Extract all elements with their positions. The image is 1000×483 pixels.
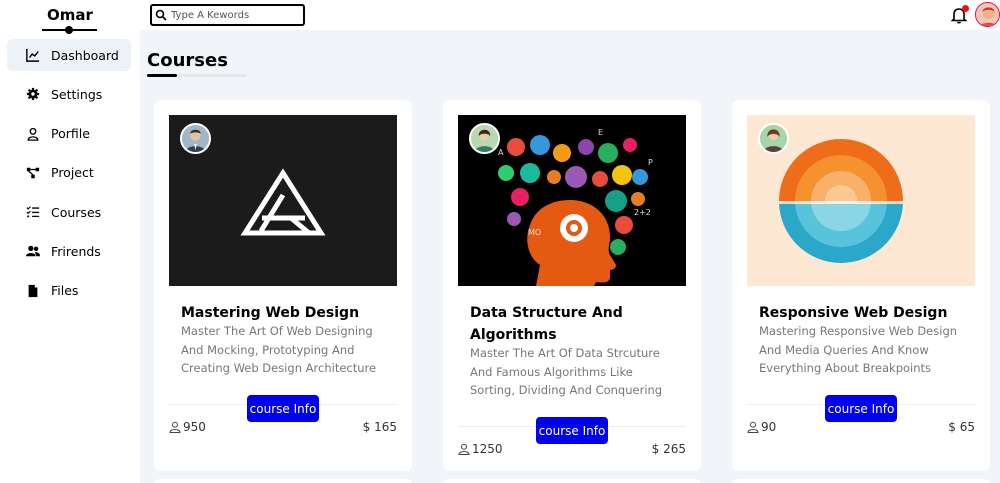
user-icon xyxy=(169,421,181,433)
sidebar-item-label: Porfile xyxy=(51,126,90,142)
title-underline-accent xyxy=(147,74,177,77)
list-check-icon xyxy=(25,204,41,220)
search-box[interactable] xyxy=(150,4,305,26)
sidebar-item-dashboard[interactable]: Dashboard xyxy=(7,39,131,71)
students-count: 950 xyxy=(169,420,206,434)
course-description: Master The Art Of Data Strcuture And Fam… xyxy=(470,346,663,397)
svg-text:A: A xyxy=(498,148,504,157)
sidebar-item-label: Settings xyxy=(51,86,103,102)
students-count: 90 xyxy=(747,420,776,434)
course-price: $ 65 xyxy=(948,420,975,434)
course-info-button[interactable]: course Info xyxy=(825,395,897,422)
svg-text:P: P xyxy=(648,158,653,167)
course-title: Mastering Web Design xyxy=(181,305,360,321)
course-title: Data Structure And Algorithms xyxy=(470,305,623,343)
course-title: Responsive Web Design xyxy=(759,305,948,321)
page-title: Courses xyxy=(147,50,228,71)
course-card-partial xyxy=(732,479,990,483)
avatar[interactable] xyxy=(975,2,1000,27)
brand-name: Omar xyxy=(47,6,93,24)
sidebar-item-project[interactable]: Project xyxy=(7,157,131,189)
sidebar-item-label: Dashboard xyxy=(51,47,119,63)
sidebar-item-files[interactable]: Files xyxy=(7,275,131,307)
sidebar-item-friends[interactable]: Frirends xyxy=(7,235,131,267)
diagram-project-icon xyxy=(25,165,41,181)
course-info-button[interactable]: course Info xyxy=(247,395,319,422)
course-card: A P E 2+2 MO Data Structure And Algorithms M… xyxy=(443,100,701,471)
sidebar-item-label: Frirends xyxy=(51,243,101,259)
user-icon xyxy=(747,421,759,433)
chart-line-icon xyxy=(25,47,41,63)
top-header xyxy=(140,0,1000,30)
svg-text:MO: MO xyxy=(528,228,541,237)
gear-icon xyxy=(25,86,41,102)
instructor-avatar xyxy=(758,123,789,154)
brand-dot xyxy=(65,26,73,34)
course-card-partial xyxy=(154,479,412,483)
svg-text:2+2: 2+2 xyxy=(634,208,651,217)
instructor-avatar xyxy=(469,123,500,154)
notification-dot xyxy=(962,5,969,12)
user-icon xyxy=(458,443,470,455)
course-card: Mastering Web Design Master The Art Of W… xyxy=(154,100,412,471)
users-icon xyxy=(25,243,41,259)
sidebar-nav: Dashboard Settings Porfile Project Cours… xyxy=(7,39,131,314)
svg-text:E: E xyxy=(598,128,603,137)
students-count: 1250 xyxy=(458,442,503,456)
course-price: $ 265 xyxy=(651,442,686,456)
students-value: 90 xyxy=(761,420,777,434)
course-description: Mastering Responsive Web Design And Medi… xyxy=(759,324,958,375)
user-icon xyxy=(25,126,41,142)
sidebar-item-label: Project xyxy=(51,165,94,181)
course-info-button[interactable]: course Info xyxy=(536,417,608,444)
students-value: 950 xyxy=(183,420,206,434)
file-icon xyxy=(25,283,41,299)
course-card-partial xyxy=(443,479,701,483)
sidebar-item-label: Files xyxy=(51,283,79,299)
course-description: Master The Art Of Web Designing And Mock… xyxy=(181,324,377,375)
search-icon xyxy=(155,9,167,21)
course-card: Responsive Web Design Mastering Responsi… xyxy=(732,100,990,471)
sidebar-item-settings[interactable]: Settings xyxy=(7,78,131,110)
sidebar: Omar Dashboard Settings Porfile Project xyxy=(0,0,140,483)
course-price: $ 165 xyxy=(362,420,397,434)
sidebar-item-profile[interactable]: Porfile xyxy=(7,118,131,150)
students-value: 1250 xyxy=(472,442,503,456)
sidebar-item-courses[interactable]: Courses xyxy=(7,196,131,228)
search-input[interactable] xyxy=(171,9,296,21)
instructor-avatar xyxy=(180,123,211,154)
sidebar-item-label: Courses xyxy=(51,204,102,220)
